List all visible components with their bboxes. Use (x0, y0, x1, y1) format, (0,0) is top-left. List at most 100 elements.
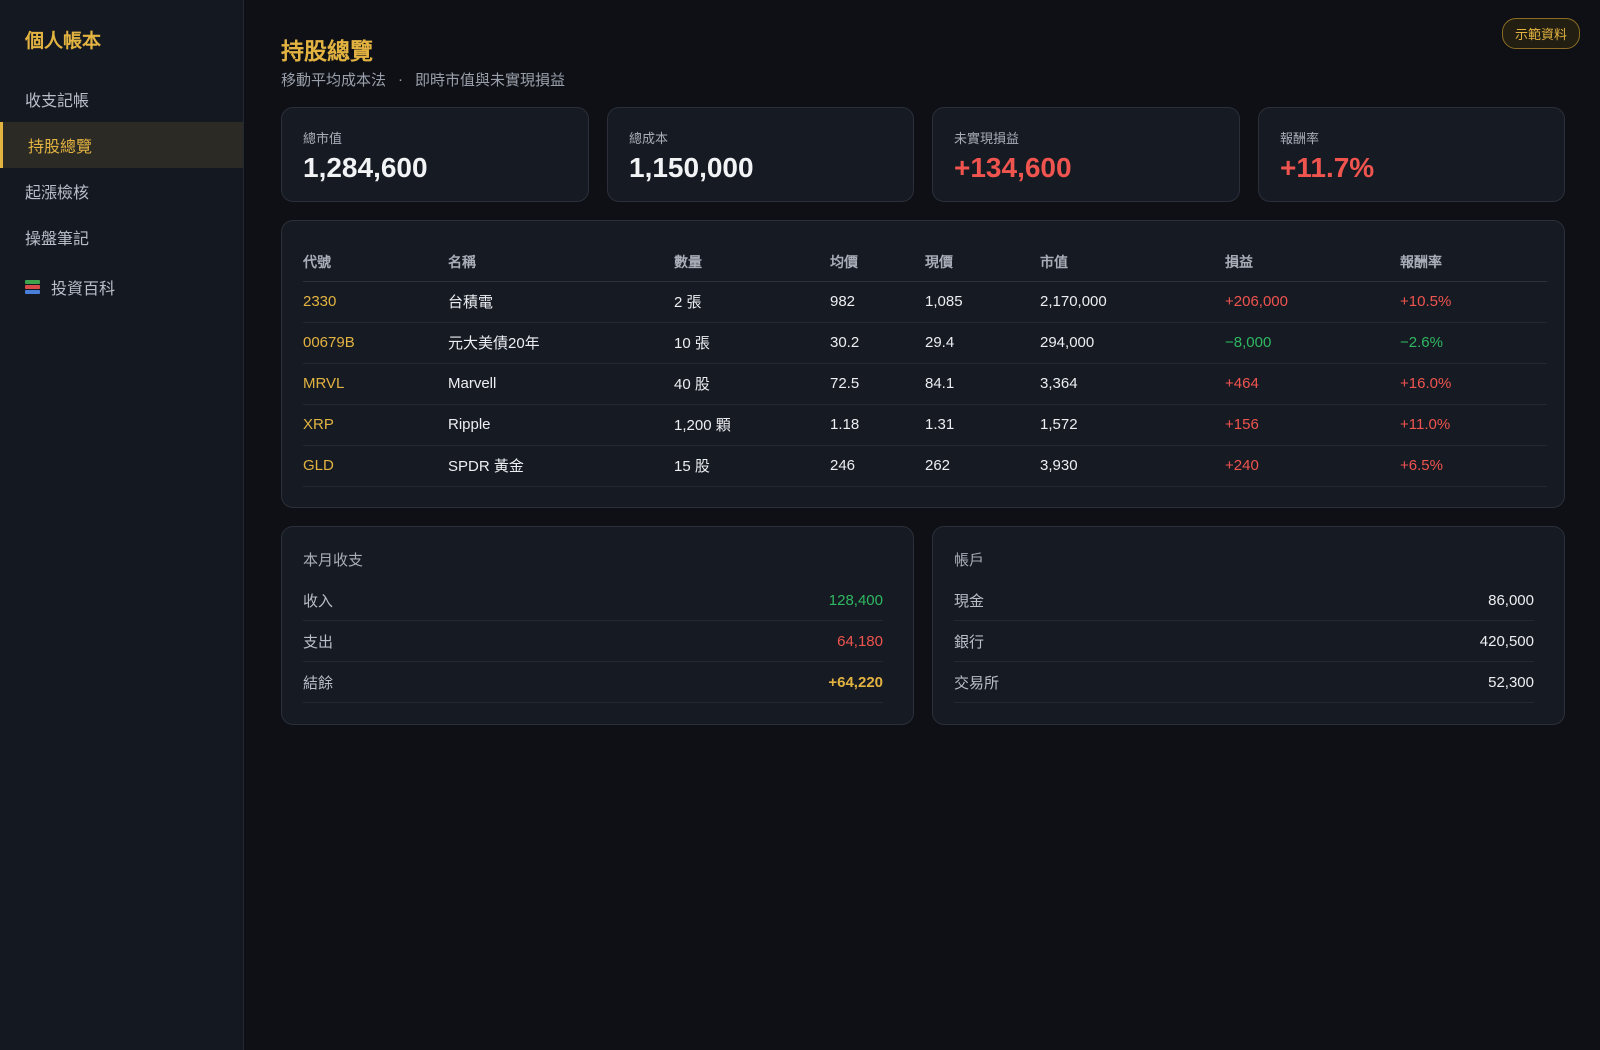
account-label: 交易所 (954, 674, 1000, 692)
sidebar-item-ledger[interactable]: 收支記帳 (0, 76, 243, 122)
sidebar-item-trading-notes[interactable]: 操盤筆記 (0, 214, 243, 260)
holding-avg: 246 (830, 445, 925, 487)
accounts-card: 帳戶 現金 86,000 銀行 420,500 交易所 52,300 (932, 526, 1565, 725)
column-header-return[interactable]: 報酬率 (1400, 243, 1547, 282)
stat-card-market-value: 總市值 1,284,600 (281, 107, 589, 202)
holding-price: 1,085 (925, 281, 1040, 323)
holding-price: 262 (925, 445, 1040, 487)
holdings-table-card: 代號 名稱 數量 均價 現價 市值 損益 報酬率 2330 台積電 2 張 98… (281, 220, 1565, 508)
column-header-qty[interactable]: 數量 (674, 243, 830, 282)
account-value: 420,500 (1479, 632, 1534, 650)
page-subtitle: 移動平均成本法 · 即時市值與未實現損益 (281, 69, 565, 90)
holding-price: 1.31 (925, 404, 1040, 446)
account-label: 銀行 (954, 633, 985, 651)
holding-pnl: +206,000 (1225, 281, 1400, 323)
holding-qty: 2 張 (674, 281, 830, 323)
accounts-title: 帳戶 (954, 552, 985, 569)
account-row-exchange: 交易所 52,300 (954, 662, 1534, 703)
holding-name: 台積電 (448, 281, 674, 323)
expense-row: 支出 64,180 (303, 621, 883, 662)
sidebar-item-label: 操盤筆記 (25, 231, 90, 248)
holding-value: 2,170,000 (1040, 281, 1225, 323)
table-row[interactable]: 00679B 元大美債20年 10 張 30.2 29.4 294,000 −8… (303, 322, 1547, 364)
table-row[interactable]: 2330 台積電 2 張 982 1,085 2,170,000 +206,00… (303, 281, 1547, 323)
subtitle-method: 移動平均成本法 (281, 72, 387, 89)
stat-label: 總成本 (629, 131, 669, 146)
stat-label: 未實現損益 (954, 131, 1020, 146)
column-header-pnl[interactable]: 損益 (1225, 243, 1400, 282)
holding-name: 元大美債20年 (448, 322, 674, 364)
holding-pnl: −8,000 (1225, 322, 1400, 364)
holding-qty: 15 股 (674, 445, 830, 487)
holding-name: Ripple (448, 404, 674, 446)
holding-price: 29.4 (925, 322, 1040, 364)
sidebar-item-label: 投資百科 (51, 281, 116, 298)
holding-return: +10.5% (1400, 281, 1547, 323)
subtitle-description: 即時市值與未實現損益 (415, 72, 566, 89)
stat-card-unrealized-pnl: 未實現損益 +134,600 (932, 107, 1240, 202)
sidebar-item-investment-wiki[interactable]: 投資百科 (0, 264, 243, 310)
column-header-price[interactable]: 現價 (925, 243, 1040, 282)
holding-value: 3,930 (1040, 445, 1225, 487)
holding-qty: 10 張 (674, 322, 830, 364)
table-row[interactable]: GLD SPDR 黃金 15 股 246 262 3,930 +240 +6.5… (303, 445, 1547, 487)
income-row: 收入 128,400 (303, 580, 883, 621)
column-header-name[interactable]: 名稱 (448, 243, 674, 282)
demo-data-badge: 示範資料 (1501, 18, 1580, 49)
account-row-cash: 現金 86,000 (954, 580, 1534, 621)
holding-code: 00679B (303, 322, 448, 364)
sidebar-item-breakout-check[interactable]: 起漲檢核 (0, 168, 243, 214)
holding-avg: 982 (830, 281, 925, 323)
balance-value: +64,220 (828, 673, 883, 691)
stat-value: +11.7% (1280, 152, 1375, 183)
page-title: 持股總覽 (281, 38, 373, 64)
table-header-row: 代號 名稱 數量 均價 現價 市值 損益 報酬率 (303, 243, 1547, 282)
sidebar-item-label: 收支記帳 (25, 93, 90, 110)
holding-qty: 40 股 (674, 363, 830, 405)
holding-return: +11.0% (1400, 404, 1547, 446)
holdings-table: 代號 名稱 數量 均價 現價 市值 損益 報酬率 2330 台積電 2 張 98… (303, 243, 1547, 487)
books-icon (25, 280, 41, 294)
income-value: 128,400 (828, 591, 883, 609)
holding-pnl: +464 (1225, 363, 1400, 405)
holding-pnl: +240 (1225, 445, 1400, 487)
stat-card-total-cost: 總成本 1,150,000 (607, 107, 914, 202)
stat-card-return-rate: 報酬率 +11.7% (1258, 107, 1565, 202)
table-row[interactable]: XRP Ripple 1,200 顆 1.18 1.31 1,572 +156 … (303, 404, 1547, 446)
holding-value: 3,364 (1040, 363, 1225, 405)
holding-price: 84.1 (925, 363, 1040, 405)
sidebar-item-holdings[interactable]: 持股總覽 (0, 122, 243, 168)
column-header-value[interactable]: 市值 (1040, 243, 1225, 282)
column-header-avg[interactable]: 均價 (830, 243, 925, 282)
holding-avg: 30.2 (830, 322, 925, 364)
stat-value: 1,150,000 (629, 152, 754, 183)
income-label: 收入 (303, 592, 334, 610)
holding-code: 2330 (303, 281, 448, 323)
holding-avg: 72.5 (830, 363, 925, 405)
expense-value: 64,180 (837, 632, 883, 650)
holding-code: MRVL (303, 363, 448, 405)
holding-code: GLD (303, 445, 448, 487)
stat-label: 總市值 (303, 131, 343, 146)
holding-value: 294,000 (1040, 322, 1225, 364)
stat-label: 報酬率 (1280, 131, 1320, 146)
holding-name: SPDR 黃金 (448, 445, 674, 487)
stat-value: 1,284,600 (303, 152, 428, 183)
brand-title: 個人帳本 (25, 31, 102, 52)
holding-qty: 1,200 顆 (674, 404, 830, 446)
sidebar: 個人帳本 收支記帳 持股總覽 起漲檢核 操盤筆記 投資百科 (0, 0, 244, 1050)
account-value: 52,300 (1488, 673, 1534, 691)
stat-value: +134,600 (954, 152, 1072, 183)
sidebar-item-label: 持股總覽 (28, 139, 93, 156)
holding-code: XRP (303, 404, 448, 446)
balance-label: 結餘 (303, 674, 334, 692)
holding-return: +6.5% (1400, 445, 1547, 487)
holding-return: +16.0% (1400, 363, 1547, 405)
column-header-code[interactable]: 代號 (303, 243, 448, 282)
monthly-summary-title: 本月收支 (303, 552, 364, 569)
table-row[interactable]: MRVL Marvell 40 股 72.5 84.1 3,364 +464 +… (303, 363, 1547, 405)
holding-return: −2.6% (1400, 322, 1547, 364)
balance-row: 結餘 +64,220 (303, 662, 883, 703)
monthly-summary-card: 本月收支 收入 128,400 支出 64,180 結餘 +64,220 (281, 526, 914, 725)
account-row-bank: 銀行 420,500 (954, 621, 1534, 662)
